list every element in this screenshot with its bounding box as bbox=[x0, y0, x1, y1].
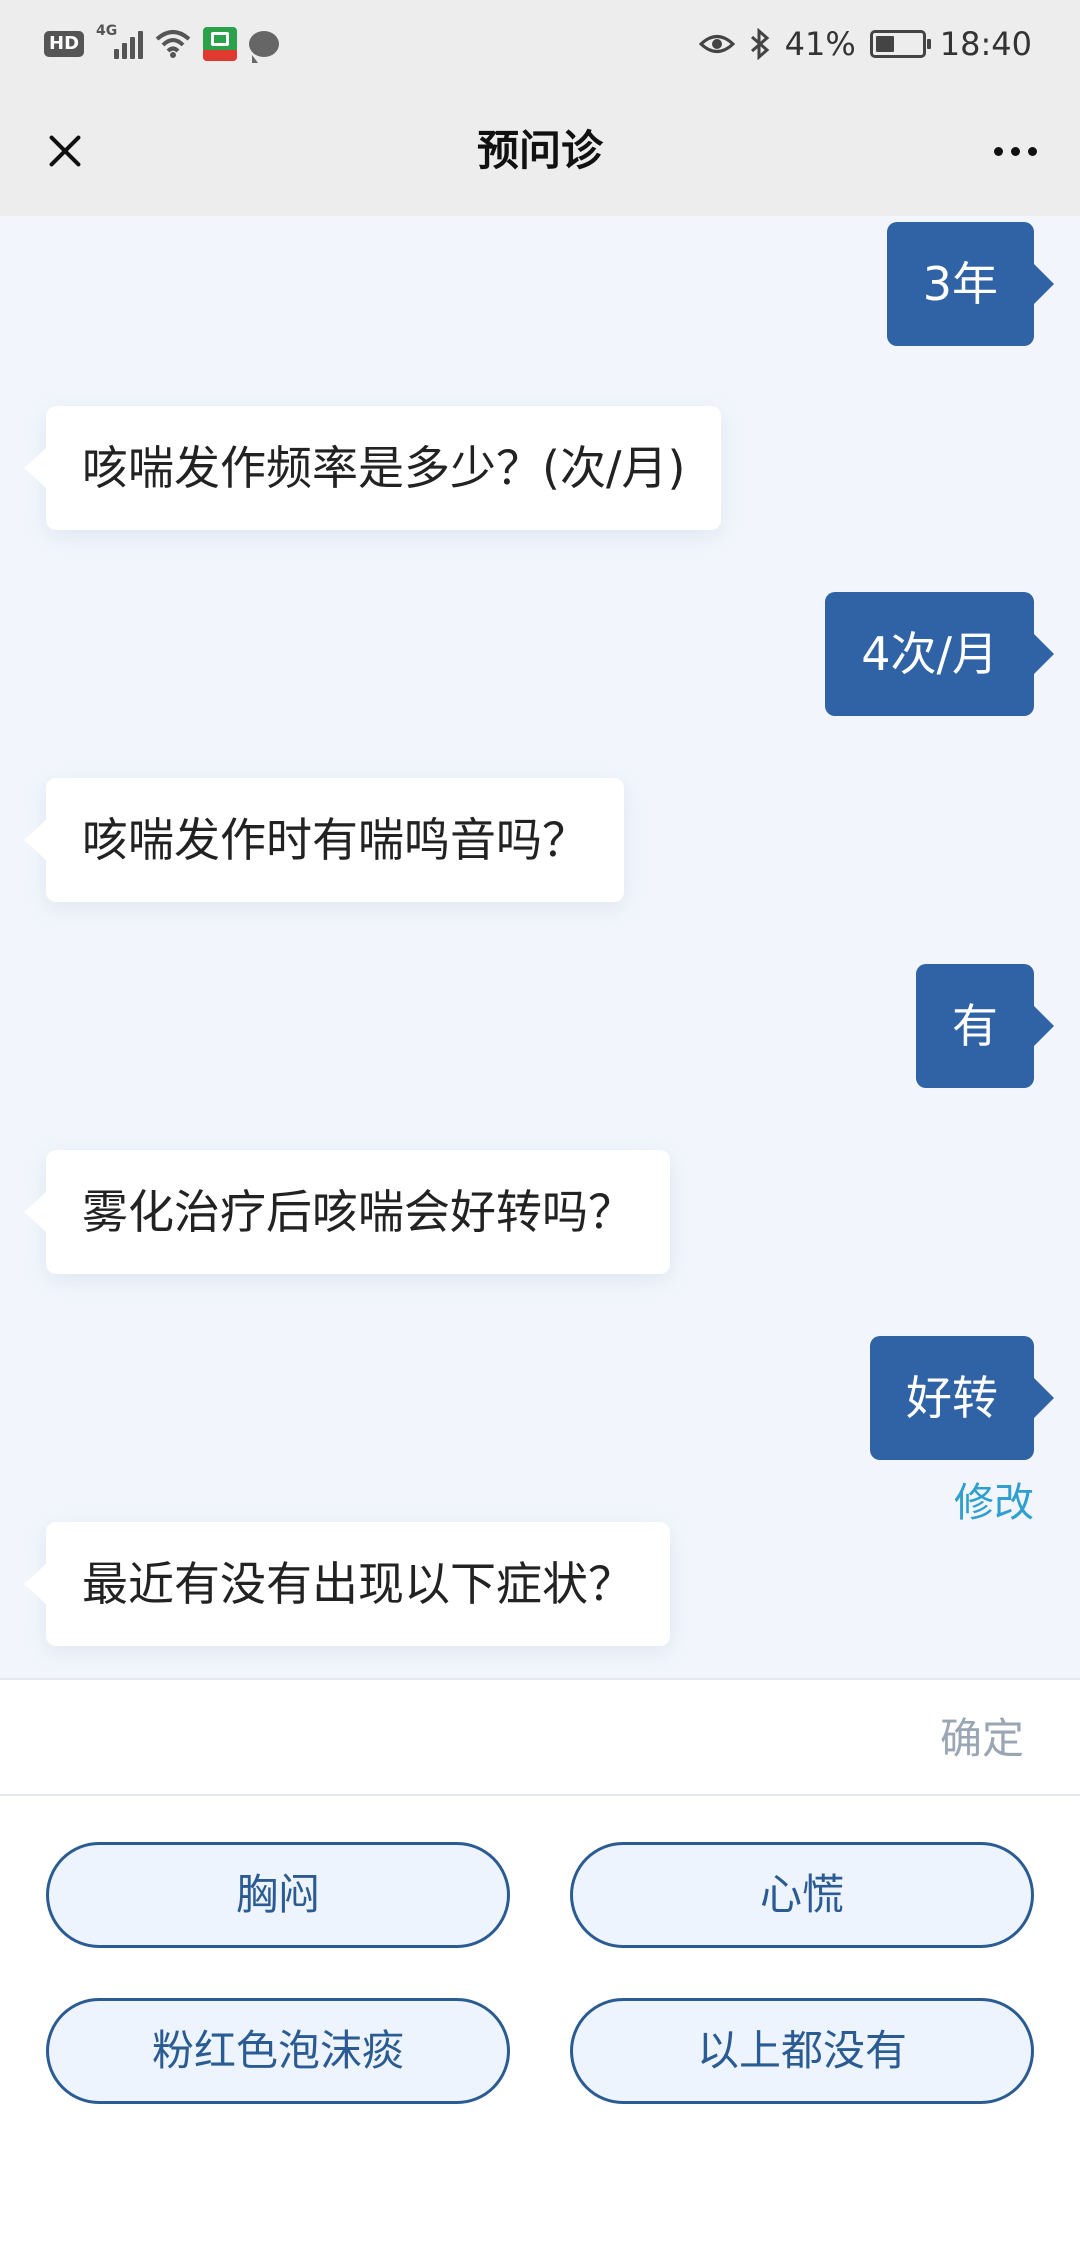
more-options-icon[interactable] bbox=[980, 124, 1050, 178]
user-message: 4次/月 bbox=[825, 592, 1054, 716]
edit-answer-link[interactable]: 修改 bbox=[954, 1478, 1034, 1528]
page-title: 预问诊 bbox=[476, 126, 603, 175]
option-button[interactable]: 以上都没有 bbox=[570, 1998, 1034, 2104]
eye-icon bbox=[698, 35, 735, 53]
wifi-icon bbox=[155, 30, 191, 58]
bluetooth-icon bbox=[750, 28, 769, 60]
chat-area[interactable]: 3年 咳喘发作频率是多少？(次/月) 4次/月 咳喘发作时有喘鸣音吗？ 有 雾化… bbox=[0, 216, 1080, 1678]
message-notification-icon bbox=[249, 31, 280, 63]
confirm-bar: 确定 bbox=[0, 1678, 1080, 1796]
user-message: 3年 bbox=[886, 222, 1055, 346]
bot-message: 雾化治疗后咳喘会好转吗？ bbox=[24, 1150, 670, 1274]
cellular-signal-icon: 4G bbox=[96, 23, 144, 59]
clock: 18:40 bbox=[939, 25, 1032, 63]
bot-message: 咳喘发作时有喘鸣音吗？ bbox=[24, 778, 624, 902]
bot-message: 咳喘发作频率是多少？(次/月) bbox=[23, 406, 722, 530]
bot-message: 最近有没有出现以下症状？ bbox=[24, 1522, 670, 1646]
symptom-options: 胸闷 心慌 粉红色泡沫痰 以上都没有 bbox=[0, 1796, 1080, 2244]
option-button[interactable]: 胸闷 bbox=[46, 1842, 510, 1948]
status-right: 41% 18:40 bbox=[698, 24, 1032, 64]
battery-icon bbox=[869, 30, 931, 58]
network-type-label: 4G bbox=[96, 23, 118, 39]
hd-badge: HD bbox=[44, 31, 85, 57]
status-bar: HD 4G 41% 18:40 bbox=[0, 0, 1080, 86]
option-button[interactable]: 心慌 bbox=[570, 1842, 1034, 1948]
battery-fill bbox=[875, 36, 894, 52]
status-left: HD 4G bbox=[44, 23, 280, 64]
user-message: 好转 bbox=[870, 1336, 1054, 1460]
user-message: 有 bbox=[916, 964, 1054, 1088]
title-bar: 预问诊 bbox=[0, 86, 1080, 216]
battery-percent: 41% bbox=[784, 25, 856, 63]
app-notification-icon bbox=[203, 27, 238, 61]
screen: HD 4G 41% 18:40 预问诊 3年 咳喘发作频率是多少？(次/月) 4… bbox=[0, 0, 1080, 2244]
option-button[interactable]: 粉红色泡沫痰 bbox=[46, 1998, 510, 2104]
confirm-button[interactable]: 确定 bbox=[940, 1712, 1024, 1766]
